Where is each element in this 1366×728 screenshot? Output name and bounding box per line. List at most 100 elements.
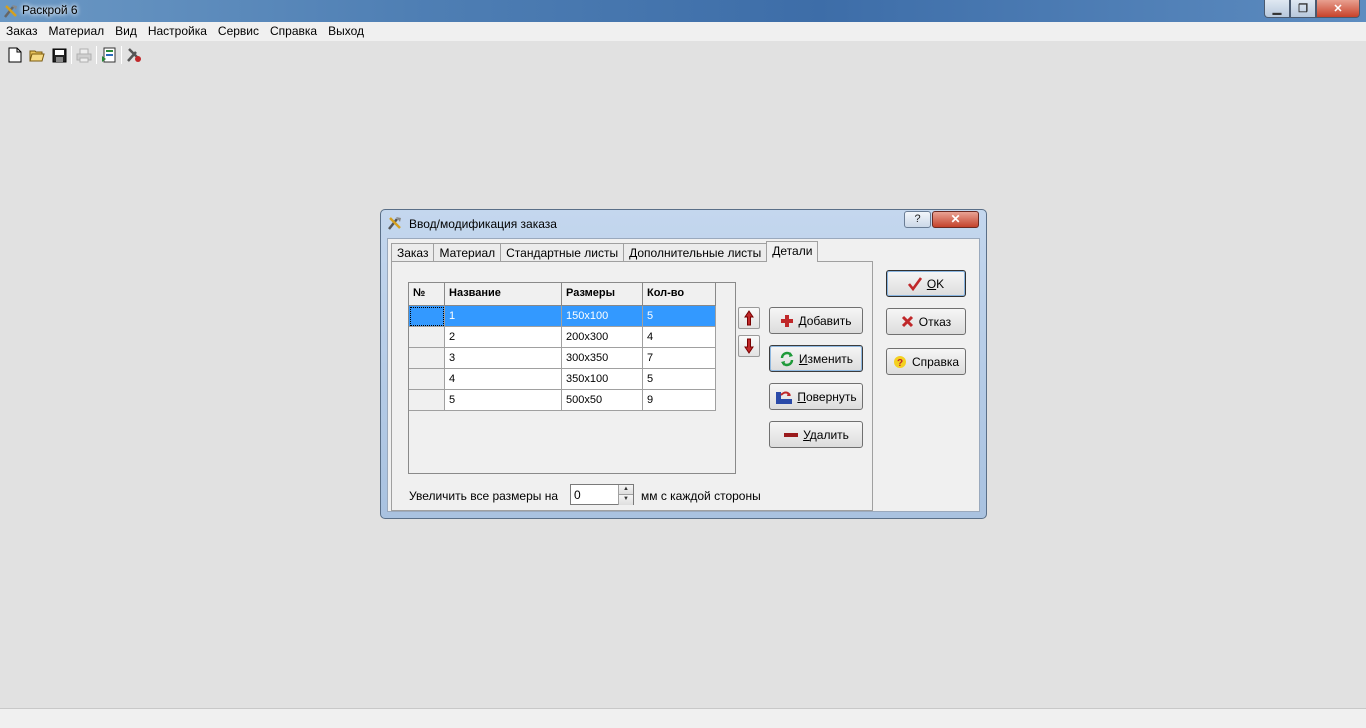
column-header-number[interactable]: № <box>409 283 445 306</box>
tab-order[interactable]: Заказ <box>391 243 435 262</box>
menu-exit[interactable]: Выход <box>324 22 371 41</box>
table-cell[interactable]: 150x100 <box>562 306 643 327</box>
dialog-tools-icon <box>388 217 401 230</box>
new-file-icon <box>8 47 22 63</box>
help-button-label: Справка <box>911 354 960 369</box>
table-cell[interactable]: 200x300 <box>562 327 643 348</box>
window-controls: ▁ ❐ ✕ <box>1264 0 1360 18</box>
menu-order[interactable]: Заказ <box>2 22 44 41</box>
table-cell[interactable]: 300x350 <box>562 348 643 369</box>
ok-button[interactable]: OK <box>886 270 966 297</box>
checkmark-icon <box>907 276 922 291</box>
table-row[interactable]: 5 500x50 9 <box>409 390 716 411</box>
column-header-size[interactable]: Размеры <box>562 283 643 306</box>
menu-view[interactable]: Вид <box>111 22 144 41</box>
table-cell[interactable] <box>409 327 445 348</box>
tools-icon <box>127 48 141 62</box>
column-header-quantity[interactable]: Кол-во <box>643 283 716 306</box>
add-button-label: Добавить <box>798 313 852 328</box>
menubar: Заказ Материал Вид Настройка Сервис Спра… <box>0 22 1366 41</box>
maximize-button[interactable]: ❐ <box>1290 0 1316 18</box>
table-cell[interactable] <box>409 390 445 411</box>
save-icon <box>52 48 66 62</box>
tab-material[interactable]: Материал <box>433 243 502 262</box>
minus-icon <box>784 432 799 437</box>
move-down-button[interactable] <box>738 335 760 357</box>
table-row[interactable]: 4 350x100 5 <box>409 369 716 390</box>
table-cell[interactable]: 5 <box>445 390 562 411</box>
menu-settings[interactable]: Настройка <box>144 22 214 41</box>
table-row[interactable]: 1 150x100 5 <box>409 306 716 327</box>
print-button[interactable] <box>73 44 95 66</box>
menu-material[interactable]: Материал <box>44 22 111 41</box>
table-cell[interactable]: 4 <box>643 327 716 348</box>
table-cell[interactable]: 500x50 <box>562 390 643 411</box>
svg-text:?: ? <box>897 358 903 369</box>
table-header: № Название Размеры Кол-во <box>409 283 716 306</box>
rotate-button[interactable]: Повернуть <box>769 383 863 410</box>
app-tools-icon <box>4 5 17 18</box>
table-cell[interactable]: 1 <box>445 306 562 327</box>
plus-icon <box>781 314 794 327</box>
table-row[interactable]: 3 300x350 7 <box>409 348 716 369</box>
rotate-icon <box>776 391 793 404</box>
table-cell[interactable]: 350x100 <box>562 369 643 390</box>
window-title: Раскрой 6 <box>22 3 78 17</box>
help-button[interactable]: ? Справка <box>886 348 966 375</box>
table-row[interactable]: 2 200x300 4 <box>409 327 716 348</box>
import-icon <box>102 47 116 63</box>
minimize-icon: ▁ <box>1272 3 1282 15</box>
move-up-button[interactable] <box>738 307 760 329</box>
table-cell[interactable] <box>409 369 445 390</box>
order-dialog: Ввод/модификация заказа ? ✕ Заказ Матери… <box>380 209 987 519</box>
table-cell[interactable] <box>409 306 445 327</box>
close-icon: ✕ <box>1333 3 1343 15</box>
table-cell[interactable]: 7 <box>643 348 716 369</box>
dialog-help-button[interactable]: ? <box>904 211 931 228</box>
dialog-title: Ввод/модификация заказа <box>409 217 557 231</box>
enlarge-spinner[interactable]: 0 ▲ ▼ <box>570 484 634 505</box>
table-cell[interactable]: 4 <box>445 369 562 390</box>
spinner-down-button[interactable]: ▼ <box>618 495 633 505</box>
tools-button[interactable] <box>123 44 145 66</box>
close-button[interactable]: ✕ <box>1316 0 1360 18</box>
table-cell[interactable]: 5 <box>643 306 716 327</box>
toolbar <box>0 43 145 67</box>
minimize-button[interactable]: ▁ <box>1264 0 1290 18</box>
menu-help[interactable]: Справка <box>266 22 324 41</box>
table-cell[interactable]: 9 <box>643 390 716 411</box>
spinner-up-button[interactable]: ▲ <box>618 485 633 495</box>
menu-service[interactable]: Сервис <box>214 22 266 41</box>
close-icon: ✕ <box>950 212 961 226</box>
table-cell[interactable] <box>409 348 445 369</box>
tab-standard-sheets[interactable]: Стандартные листы <box>500 243 625 262</box>
tab-additional-sheets[interactable]: Дополнительные листы <box>623 243 768 262</box>
import-button[interactable] <box>98 44 120 66</box>
details-table[interactable]: № Название Размеры Кол-во 1 150x100 5 2 <box>408 282 736 474</box>
edit-button[interactable]: Изменить <box>769 345 863 372</box>
dialog-body: Заказ Материал Стандартные листы Дополни… <box>387 238 980 512</box>
tab-details[interactable]: Детали <box>766 241 819 262</box>
new-button[interactable] <box>4 44 26 66</box>
toolbar-separator <box>96 46 97 64</box>
question-icon: ? <box>914 213 921 225</box>
dialog-close-button[interactable]: ✕ <box>932 211 979 228</box>
toolbar-separator <box>121 46 122 64</box>
table-cell[interactable]: 5 <box>643 369 716 390</box>
print-icon <box>76 48 92 62</box>
cancel-button-label: Отказ <box>918 314 952 329</box>
open-button[interactable] <box>26 44 48 66</box>
enlarge-value[interactable]: 0 <box>574 488 581 502</box>
toolbar-separator <box>71 46 72 64</box>
add-button[interactable]: Добавить <box>769 307 863 334</box>
save-button[interactable] <box>48 44 70 66</box>
ok-button-label: OK <box>926 276 945 291</box>
cancel-button[interactable]: Отказ <box>886 308 966 335</box>
table-cell[interactable]: 2 <box>445 327 562 348</box>
restore-icon: ❐ <box>1298 3 1308 15</box>
tab-strip: Заказ Материал Стандартные листы Дополни… <box>391 241 819 262</box>
delete-button[interactable]: Удалить <box>769 421 863 448</box>
arrow-up-icon <box>744 310 754 326</box>
column-header-name[interactable]: Название <box>445 283 562 306</box>
table-cell[interactable]: 3 <box>445 348 562 369</box>
